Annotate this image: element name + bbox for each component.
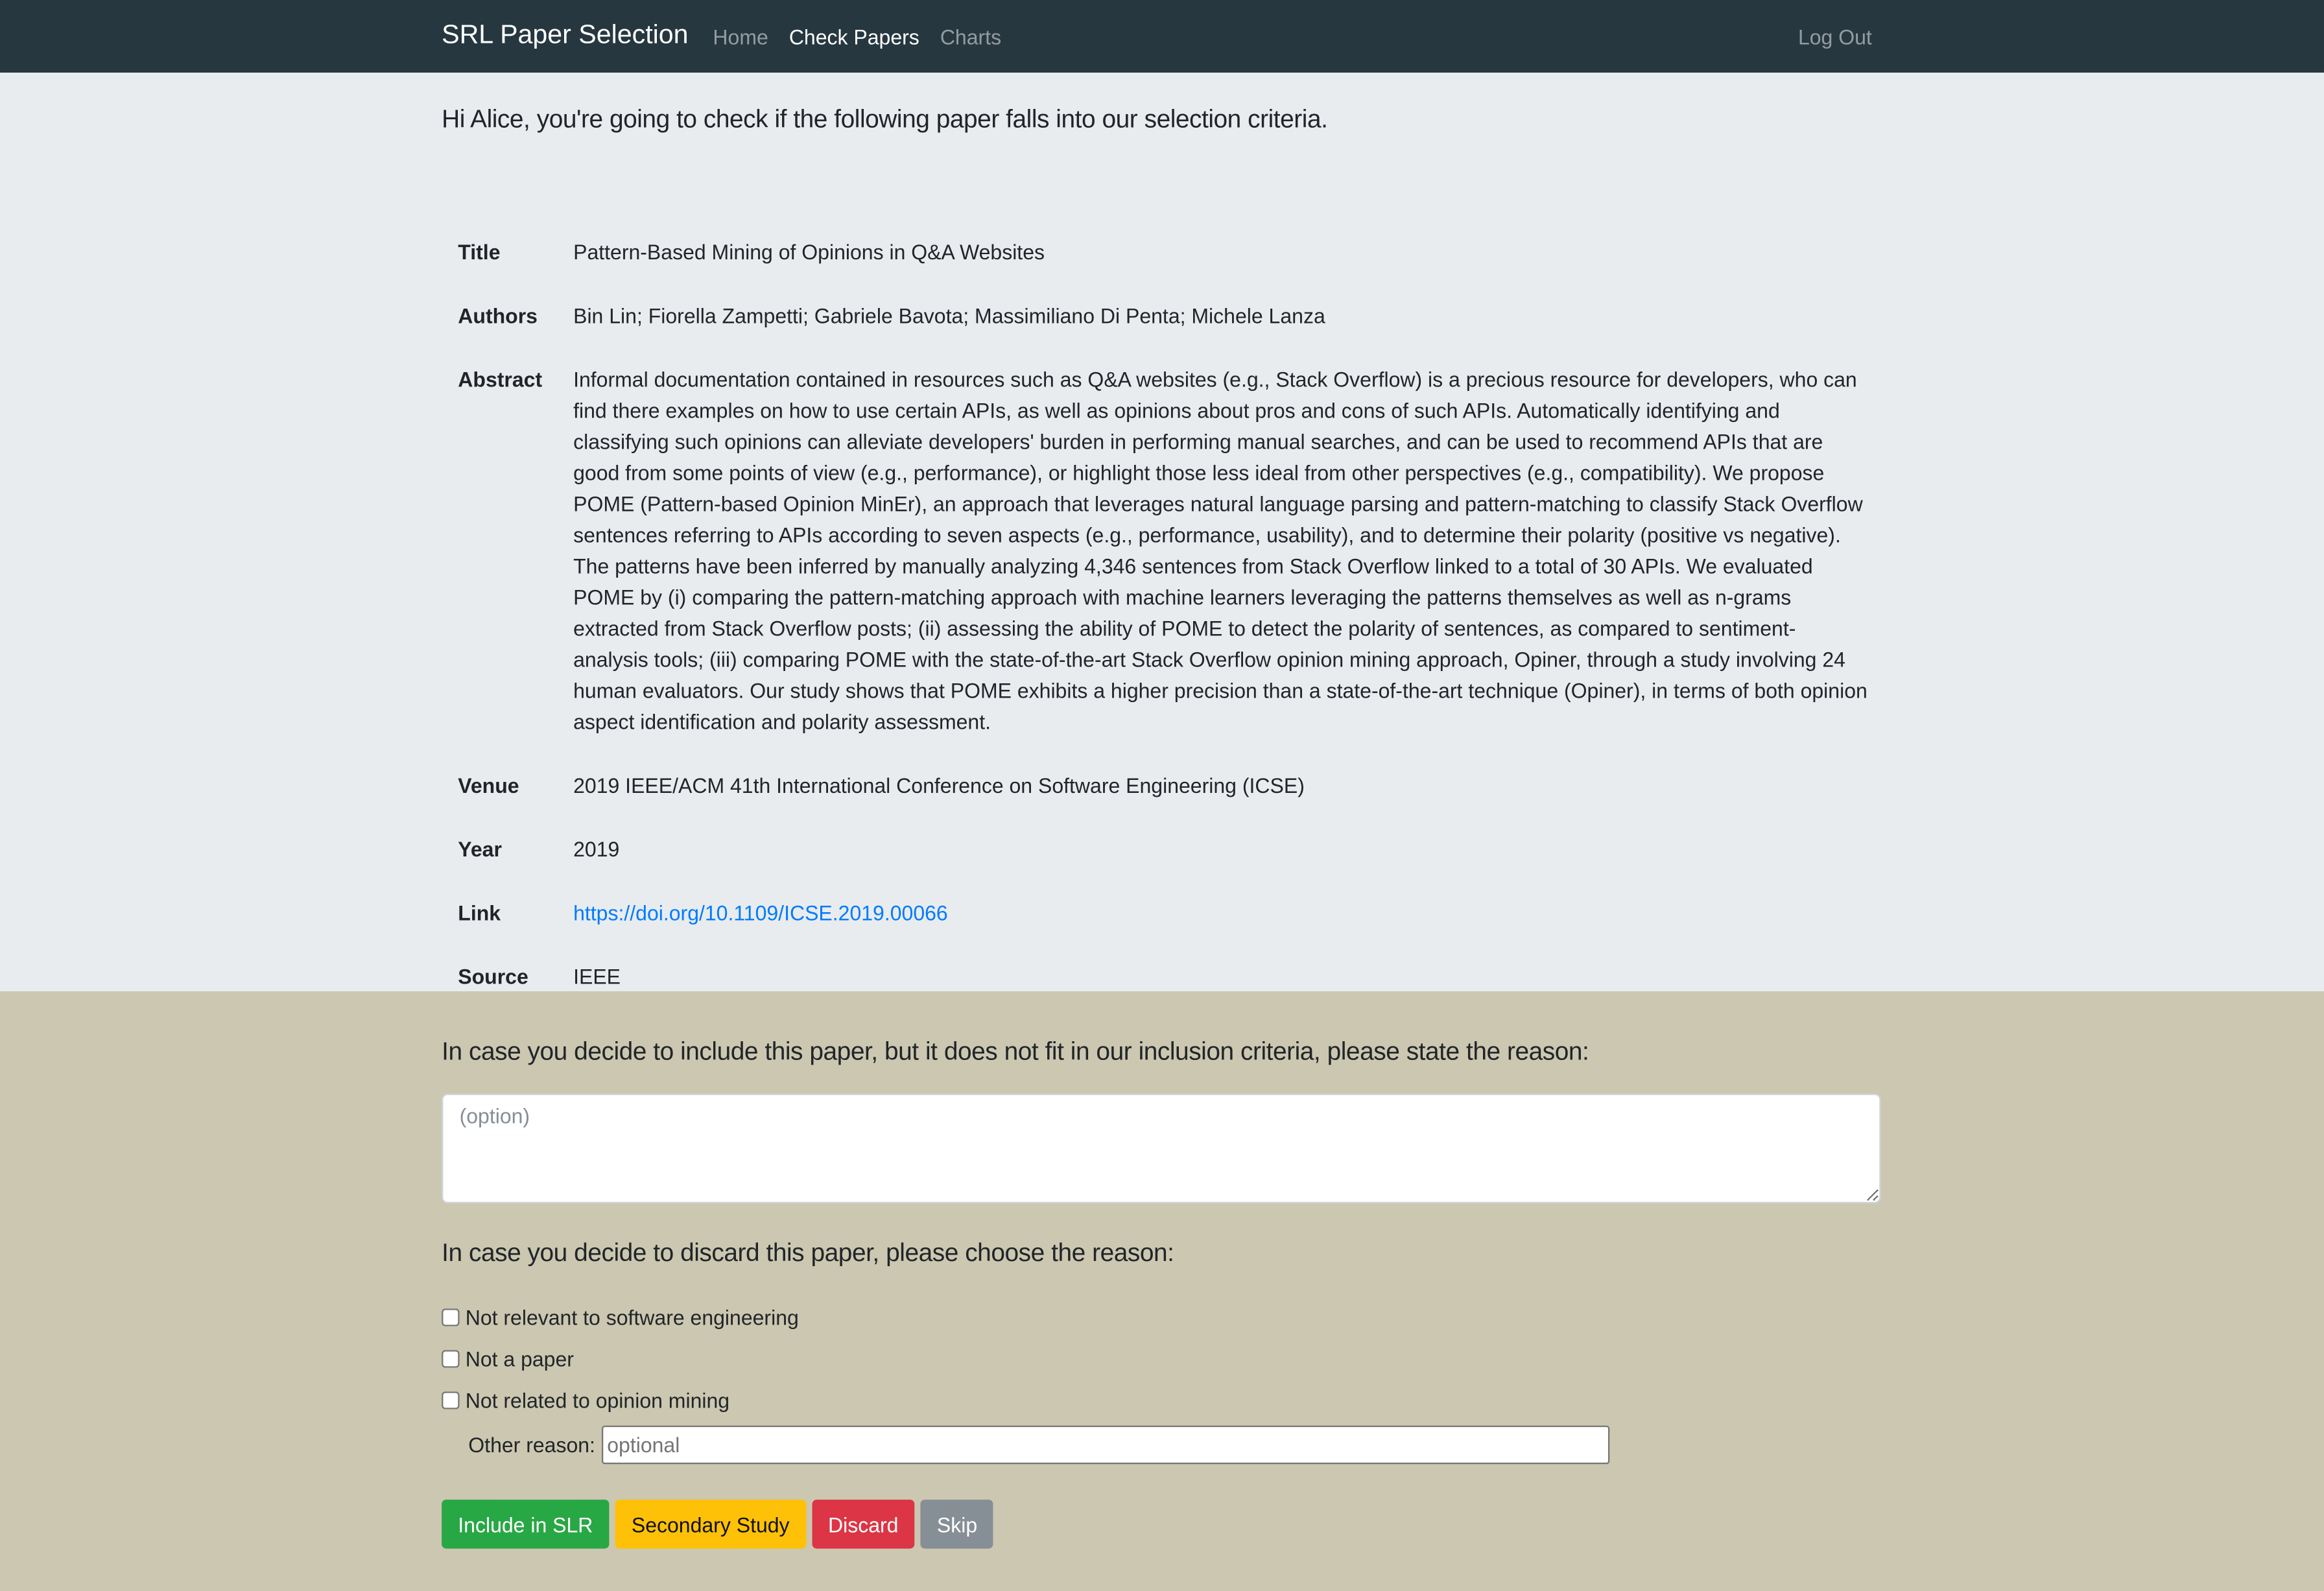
discard-button[interactable]: Discard <box>811 1500 915 1549</box>
paper-info-table: Title Pattern-Based Mining of Opinions i… <box>442 237 1882 1026</box>
brand-link[interactable]: SRL Paper Selection <box>442 19 688 51</box>
other-reason-input[interactable] <box>601 1425 1609 1465</box>
discard-reasons: Not relevant to software engineering Not… <box>442 1297 1609 1466</box>
paper-venue: 2019 IEEE/ACM 41th International Confere… <box>573 773 1305 797</box>
paper-title: Pattern-Based Mining of Opinions in Q&A … <box>573 240 1045 264</box>
discard-option-not-se[interactable]: Not relevant to software engineering <box>442 1297 1609 1338</box>
paper-details-section: Hi Alice, you're going to check if the f… <box>0 72 2324 992</box>
paper-doi-link[interactable]: https://doi.org/10.1109/ICSE.2019.00066 <box>573 901 948 925</box>
paper-year: 2019 <box>573 837 620 861</box>
logout-link[interactable]: Log Out <box>1798 25 1872 49</box>
action-buttons: Include in SLR Secondary Study Discard S… <box>442 1500 994 1549</box>
skip-button[interactable]: Skip <box>920 1500 994 1549</box>
checkbox-not-a-paper[interactable] <box>442 1350 460 1368</box>
paper-authors: Bin Lin; Fiorella Zampetti; Gabriele Bav… <box>573 303 1325 328</box>
field-label: Abstract <box>458 367 543 392</box>
info-row-year: Year 2019 <box>442 834 1882 898</box>
field-label: Title <box>458 240 501 264</box>
checkbox-label: Not related to opinion mining <box>465 1388 730 1413</box>
secondary-study-button[interactable]: Secondary Study <box>615 1500 806 1549</box>
info-row-venue: Venue 2019 IEEE/ACM 41th International C… <box>442 771 1882 834</box>
discard-option-not-opinion-mining[interactable]: Not related to opinion mining <box>442 1380 1609 1421</box>
checkbox-label: Not relevant to software engineering <box>465 1305 799 1330</box>
field-label: Authors <box>458 303 538 328</box>
intro-text: Hi Alice, you're going to check if the f… <box>442 105 1328 134</box>
info-row-abstract: Abstract Informal documentation containe… <box>442 364 1882 770</box>
other-reason-row: Other reason: <box>468 1424 1609 1466</box>
nav-charts[interactable]: Charts <box>940 25 1001 49</box>
nav-check-papers[interactable]: Check Papers <box>789 25 919 49</box>
include-reason-textarea[interactable] <box>442 1093 1881 1203</box>
nav-home[interactable]: Home <box>713 25 768 49</box>
info-row-authors: Authors Bin Lin; Fiorella Zampetti; Gabr… <box>442 301 1882 364</box>
include-in-slr-button[interactable]: Include in SLR <box>442 1500 610 1549</box>
nav-links: Home Check Papers Charts <box>713 25 1001 49</box>
checkbox-label: Not a paper <box>465 1347 574 1371</box>
info-row-link: Link https://doi.org/10.1109/ICSE.2019.0… <box>442 898 1882 961</box>
field-label: Year <box>458 837 502 861</box>
checkbox-not-opinion-mining[interactable] <box>442 1391 460 1409</box>
decision-section: In case you decide to include this paper… <box>0 991 2324 1591</box>
discard-reason-prompt: In case you decide to discard this paper… <box>442 1238 1174 1267</box>
include-reason-prompt: In case you decide to include this paper… <box>442 1037 1589 1066</box>
paper-abstract: Informal documentation contained in reso… <box>573 367 1868 734</box>
checkbox-not-relevant-se[interactable] <box>442 1308 460 1326</box>
info-row-title: Title Pattern-Based Mining of Opinions i… <box>442 237 1882 301</box>
navbar: SRL Paper Selection Home Check Papers Ch… <box>0 0 2324 73</box>
field-label: Venue <box>458 773 519 797</box>
field-label: Link <box>458 901 501 925</box>
discard-option-not-paper[interactable]: Not a paper <box>442 1338 1609 1380</box>
page: SRL Paper Selection Home Check Papers Ch… <box>0 0 2324 1591</box>
other-reason-label: Other reason: <box>468 1433 595 1457</box>
